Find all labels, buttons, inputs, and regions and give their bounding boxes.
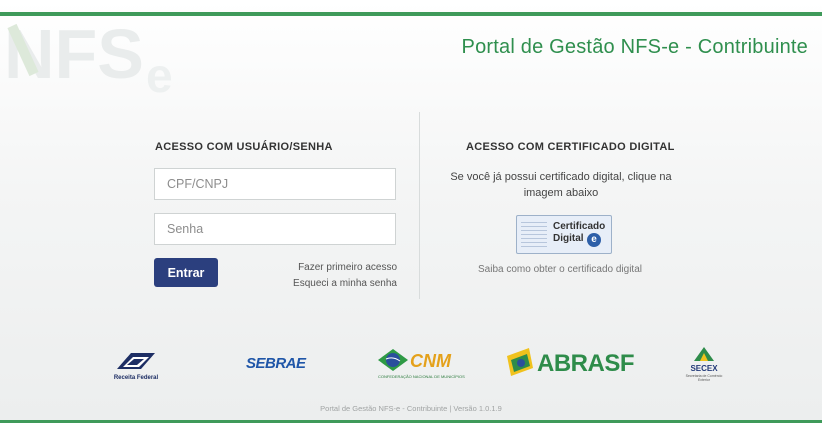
forgot-password-link[interactable]: Esqueci a minha senha (293, 278, 397, 289)
password-input[interactable] (154, 213, 396, 245)
user-login-heading: ACESSO COM USUÁRIO/SENHA (155, 141, 333, 153)
cnm-label: CNM (410, 351, 451, 371)
certificate-help-link[interactable]: Saiba como obter o certificado digital (478, 264, 642, 275)
nfse-watermark-logo: NFS e (4, 15, 173, 96)
page-title: Portal de Gestão NFS-e - Contribuinte (461, 36, 808, 58)
vertical-divider (419, 112, 420, 299)
receita-federal-emblem-icon (117, 353, 155, 369)
secex-logo: SECEX Secretaria de Comércio Exterior (684, 345, 724, 385)
svg-text:e: e (146, 50, 173, 96)
login-button[interactable]: Entrar (154, 258, 218, 287)
secex-emblem-icon (694, 347, 714, 361)
abrasf-logo: ABRASF (503, 346, 637, 382)
e-cert-icon: e (587, 233, 601, 247)
receita-federal-logo: Receita Federal (111, 347, 161, 385)
certificate-description: Se você já possui certificado digital, c… (450, 171, 672, 199)
abrasf-emblem-icon (507, 348, 533, 376)
first-access-link[interactable]: Fazer primeiro acesso (298, 262, 397, 273)
sebrae-label: SEBRAE (246, 355, 306, 372)
receita-federal-label: Receita Federal (113, 375, 159, 381)
certificate-image-line2: Digital (553, 233, 584, 244)
abrasf-label: ABRASF (537, 350, 635, 377)
brazil-flag-icon (378, 349, 408, 371)
cnm-subtitle: CONFEDERAÇÃO NACIONAL DE MUNICÍPIOS (378, 374, 465, 379)
certificate-lines-icon (521, 222, 547, 249)
cpf-cnpj-input[interactable] (154, 168, 396, 200)
cnm-logo: CNM CONFEDERAÇÃO NACIONAL DE MUNICÍPIOS (376, 346, 465, 382)
digital-certificate-button[interactable]: Certificado Digital e (516, 215, 612, 254)
certificate-image-line1: Certificado (553, 221, 606, 232)
secex-subtitle: Secretaria de Comércio Exterior (685, 374, 723, 382)
sebrae-logo: SEBRAE (246, 350, 308, 380)
certificate-login-heading: ACESSO COM CERTIFICADO DIGITAL (466, 141, 675, 153)
secex-label: SECEX (690, 364, 718, 373)
footer-version: Portal de Gestão NFS-e - Contribuinte | … (320, 404, 502, 413)
